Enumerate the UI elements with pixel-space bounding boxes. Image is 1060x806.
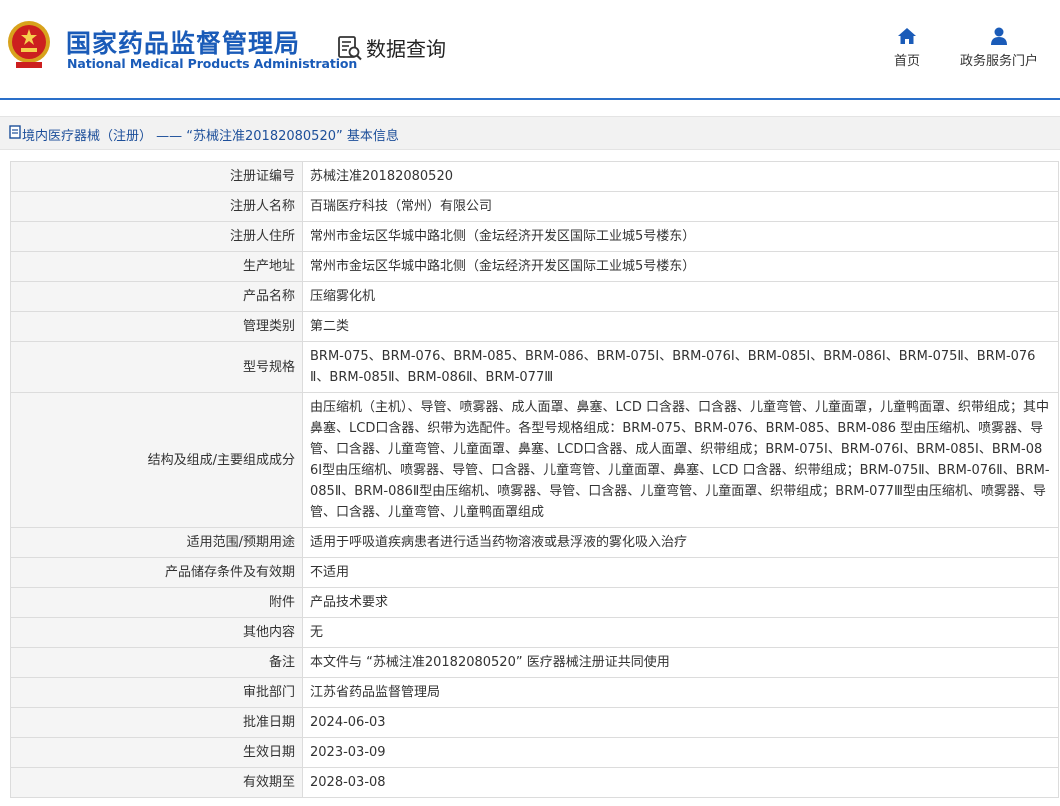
field-label: 管理类别 <box>10 311 303 342</box>
site-title: 国家药品监督管理局 <box>66 29 301 58</box>
field-value: 百瑞医疗科技（常州）有限公司 <box>302 191 1059 222</box>
table-row: 产品储存条件及有效期 不适用 <box>10 557 1059 588</box>
table-row: 审批部门 江苏省药品监督管理局 <box>10 677 1059 708</box>
field-value: 2024-06-03 <box>302 707 1059 738</box>
nav-gov-service[interactable]: 政务服务门户 <box>958 26 1040 69</box>
table-row: 批准日期 2024-06-03 <box>10 707 1059 738</box>
field-value: 压缩雾化机 <box>302 281 1059 312</box>
field-label: 附件 <box>10 587 303 618</box>
field-label: 产品名称 <box>10 281 303 312</box>
table-row: 有效期至 2028-03-08 <box>10 767 1059 798</box>
field-label: 结构及组成/主要组成成分 <box>10 392 303 528</box>
field-label: 适用范围/预期用途 <box>10 527 303 558</box>
table-row: 附件 产品技术要求 <box>10 587 1059 618</box>
field-label: 备注 <box>10 647 303 678</box>
table-row: 注册人住所 常州市金坛区华城中路北侧（金坛经济开发区国际工业城5号楼东） <box>10 221 1059 252</box>
field-value: 产品技术要求 <box>302 587 1059 618</box>
table-row: 产品名称 压缩雾化机 <box>10 281 1059 312</box>
field-value: 由压缩机（主机）、导管、喷雾器、成人面罩、鼻塞、LCD 口含器、口含器、儿童弯管… <box>302 392 1059 528</box>
field-value: 无 <box>302 617 1059 648</box>
field-value: 2023-03-09 <box>302 737 1059 768</box>
field-label: 审批部门 <box>10 677 303 708</box>
table-row: 生产地址 常州市金坛区华城中路北侧（金坛经济开发区国际工业城5号楼东） <box>10 251 1059 282</box>
field-label: 其他内容 <box>10 617 303 648</box>
field-value: 第二类 <box>302 311 1059 342</box>
field-value: 常州市金坛区华城中路北侧（金坛经济开发区国际工业城5号楼东） <box>302 221 1059 252</box>
field-value: 本文件与 “苏械注准20182080520” 医疗器械注册证共同使用 <box>302 647 1059 678</box>
table-row: 结构及组成/主要组成成分 由压缩机（主机）、导管、喷雾器、成人面罩、鼻塞、LCD … <box>10 392 1059 528</box>
table-row: 型号规格 BRM-075、BRM-076、BRM-085、BRM-086、BRM-… <box>10 341 1059 393</box>
field-value: 苏械注准20182080520 <box>302 161 1059 192</box>
site-header: 国家药品监督管理局 National Medical Products Admi… <box>0 0 1060 100</box>
field-label: 注册人名称 <box>10 191 303 222</box>
nav-gov-service-label: 政务服务门户 <box>959 54 1038 69</box>
breadcrumb: 境内医疗器械（注册） —— “苏械注准20182080520” 基本信息 <box>0 116 1060 150</box>
registration-info-table: 注册证编号 苏械注准20182080520 注册人名称 百瑞医疗科技（常州）有限公司注… <box>10 161 1059 798</box>
field-value: 常州市金坛区华城中路北侧（金坛经济开发区国际工业城5号楼东） <box>302 251 1059 282</box>
field-value: BRM-075、BRM-076、BRM-085、BRM-086、BRM-075Ⅰ… <box>302 341 1059 393</box>
field-label: 型号规格 <box>10 341 303 393</box>
data-query-heading[interactable]: 数据查询 <box>336 33 446 62</box>
table-row: 管理类别 第二类 <box>10 311 1059 342</box>
table-row: 备注 本文件与 “苏械注准20182080520” 医疗器械注册证共同使用 <box>10 647 1059 678</box>
table-row: 生效日期 2023-03-09 <box>10 737 1059 768</box>
field-label: 注册人住所 <box>10 221 303 252</box>
user-icon <box>991 27 1007 45</box>
field-label: 生产地址 <box>10 251 303 282</box>
table-row: 注册人名称 百瑞医疗科技（常州）有限公司 <box>10 191 1059 222</box>
field-value: 适用于呼吸道疾病患者进行适当药物溶液或悬浮液的雾化吸入治疗 <box>302 527 1059 558</box>
nav-home[interactable]: 首页 <box>890 26 924 69</box>
nav-home-label: 首页 <box>893 54 920 69</box>
home-icon <box>898 28 916 44</box>
table-row: 适用范围/预期用途 适用于呼吸道疾病患者进行适当药物溶液或悬浮液的雾化吸入治疗 <box>10 527 1059 558</box>
document-icon <box>9 125 21 139</box>
search-document-icon <box>338 35 362 60</box>
site-subtitle: National Medical Products Administration <box>67 56 358 71</box>
breadcrumb-text: 境内医疗器械（注册） —— “苏械注准20182080520” 基本信息 <box>22 129 399 144</box>
field-label: 生效日期 <box>10 737 303 768</box>
field-label: 产品储存条件及有效期 <box>10 557 303 588</box>
table-row: 注册证编号 苏械注准20182080520 <box>10 161 1059 192</box>
field-label: 批准日期 <box>10 707 303 738</box>
data-query-label: 数据查询 <box>366 37 446 61</box>
field-value: 2028-03-08 <box>302 767 1059 798</box>
national-emblem-icon <box>8 21 50 68</box>
field-label: 注册证编号 <box>10 161 303 192</box>
table-row: 其他内容无 <box>10 617 1059 648</box>
field-value: 江苏省药品监督管理局 <box>302 677 1059 708</box>
field-label: 有效期至 <box>10 767 303 798</box>
field-value: 不适用 <box>302 557 1059 588</box>
